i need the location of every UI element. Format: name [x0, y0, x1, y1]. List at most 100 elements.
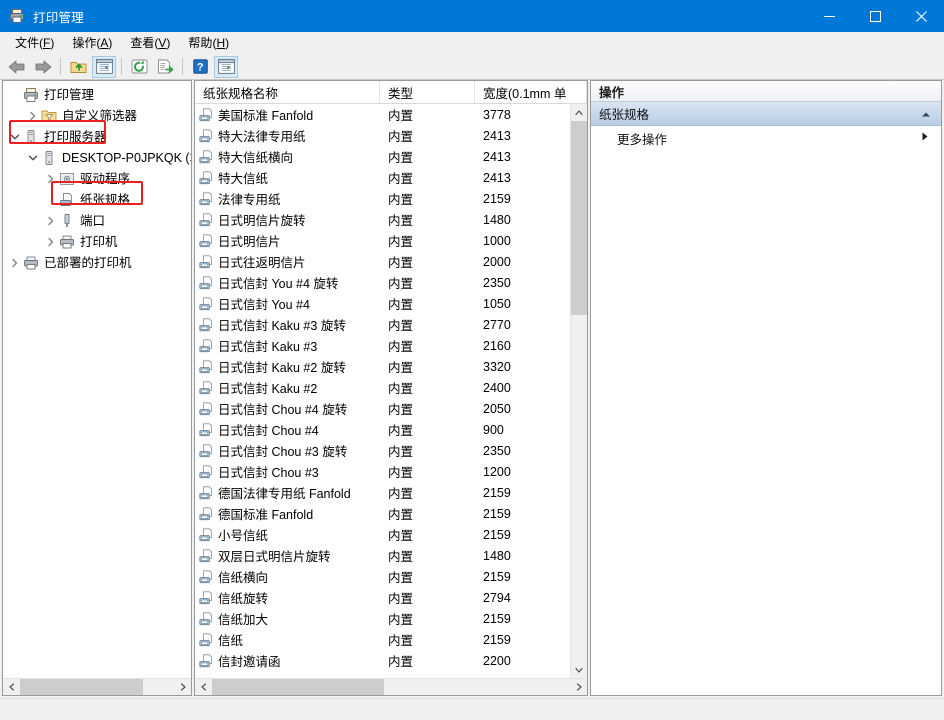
chevron-left-icon[interactable]	[3, 679, 20, 695]
table-row[interactable]: 小号信纸 内置 2159	[195, 524, 570, 545]
cell-form-name-label: 日式信封 Chou #3 旋转	[218, 445, 348, 459]
sidebar-item-drivers[interactable]: 驱动程序	[3, 168, 191, 189]
chevron-right-icon[interactable]	[25, 108, 41, 124]
table-row[interactable]: 日式信封 You #4 旋转 内置 2350	[195, 272, 570, 293]
cell-width: 2413	[475, 129, 570, 143]
tree-horizontal-scrollbar[interactable]	[3, 678, 191, 695]
table-row[interactable]: 德国标准 Fanfold 内置 2159	[195, 503, 570, 524]
cell-width: 2160	[475, 339, 570, 353]
table-row[interactable]: 日式明信片旋转 内置 1480	[195, 209, 570, 230]
menu-action[interactable]: 操作(A)	[63, 33, 121, 54]
table-row[interactable]: 德国法律专用纸 Fanfold 内置 2159	[195, 482, 570, 503]
sidebar-item-ports[interactable]: 端口	[3, 210, 191, 231]
cell-width-label: 2413	[483, 128, 511, 143]
refresh-icon	[131, 59, 147, 74]
sidebar-item-deployed-printers[interactable]: 已部署的打印机	[3, 252, 191, 273]
cell-form-name: 信封邀请函	[195, 651, 380, 670]
table-row[interactable]: 信纸 内置 2159	[195, 629, 570, 650]
sidebar-item-printers[interactable]: 打印机	[3, 231, 191, 252]
table-row[interactable]: 美国标准 Fanfold 内置 3778	[195, 104, 570, 125]
cell-width: 2413	[475, 171, 570, 185]
paper-form-icon	[199, 506, 215, 521]
table-row[interactable]: 信封邀请函 内置 2200	[195, 650, 570, 671]
table-row[interactable]: 特大信纸横向 内置 2413	[195, 146, 570, 167]
table-row[interactable]: 日式信封 Kaku #3 旋转 内置 2770	[195, 314, 570, 335]
column-header-form-name[interactable]: 纸张规格名称	[195, 81, 380, 103]
export-list-button[interactable]	[153, 56, 177, 78]
sidebar-item-custom-filters[interactable]: 自定义筛选器	[3, 105, 191, 126]
table-row[interactable]: 日式信封 Chou #3 旋转 内置 2350	[195, 440, 570, 461]
table-row[interactable]: 日式往返明信片 内置 2000	[195, 251, 570, 272]
sidebar-item-print-management[interactable]: 打印管理	[3, 84, 191, 105]
table-row[interactable]: 日式明信片 内置 1000	[195, 230, 570, 251]
cell-type-label: 内置	[388, 655, 414, 669]
cell-form-name: 特大法律专用纸	[195, 126, 380, 145]
chevron-right-icon[interactable]	[43, 171, 59, 187]
table-row[interactable]: 日式信封 Chou #4 内置 900	[195, 419, 570, 440]
chevron-down-icon[interactable]	[571, 661, 587, 678]
list-vscroll-thumb[interactable]	[571, 121, 587, 316]
table-row[interactable]: 信纸加大 内置 2159	[195, 608, 570, 629]
show-action-pane-button[interactable]	[214, 55, 238, 78]
list-hscroll-thumb[interactable]	[212, 679, 384, 695]
table-row[interactable]: 特大信纸 内置 2413	[195, 167, 570, 188]
forward-button[interactable]	[31, 56, 55, 78]
chevron-up-icon[interactable]	[919, 107, 933, 121]
cell-width-label: 2159	[483, 485, 511, 500]
table-row[interactable]: 特大法律专用纸 内置 2413	[195, 125, 570, 146]
back-button[interactable]	[5, 56, 29, 78]
actions-group-paper-forms[interactable]: 纸张规格	[591, 102, 941, 126]
table-row[interactable]: 日式信封 Kaku #2 旋转 内置 3320	[195, 356, 570, 377]
menu-file[interactable]: 文件(F)	[6, 33, 63, 54]
tree-hscroll-thumb[interactable]	[20, 679, 144, 695]
table-row[interactable]: 日式信封 Kaku #2 内置 2400	[195, 377, 570, 398]
table-row[interactable]: 信纸横向 内置 2159	[195, 566, 570, 587]
arrow-right-icon	[35, 60, 52, 73]
sidebar-item-print-servers[interactable]: 打印服务器	[3, 126, 191, 147]
menu-view[interactable]: 查看(V)	[121, 33, 179, 54]
list-hscroll-track[interactable]	[212, 679, 570, 695]
table-row[interactable]: 法律专用纸 内置 2159	[195, 188, 570, 209]
chevron-right-icon[interactable]	[570, 679, 587, 695]
table-row[interactable]: 信纸旋转 内置 2794	[195, 587, 570, 608]
maximize-button[interactable]	[852, 0, 898, 32]
chevron-right-icon[interactable]	[43, 213, 59, 229]
menu-help[interactable]: 帮助(H)	[179, 33, 238, 54]
chevron-right-icon[interactable]	[174, 679, 191, 695]
action-item-more-actions[interactable]: 更多操作	[591, 126, 941, 150]
show-hide-tree-button[interactable]	[92, 55, 116, 78]
help-button[interactable]: ?	[188, 56, 212, 78]
table-row[interactable]: 日式信封 Chou #4 旋转 内置 2050	[195, 398, 570, 419]
cell-width: 1480	[475, 549, 570, 563]
chevron-left-icon[interactable]	[195, 679, 212, 695]
folder-up-icon	[70, 61, 86, 73]
column-header-width[interactable]: 宽度(0.1mm 单	[475, 81, 587, 103]
chevron-up-icon[interactable]	[571, 104, 587, 121]
cell-type-label: 内置	[388, 235, 414, 249]
minimize-button[interactable]	[806, 0, 852, 32]
table-row[interactable]: 日式信封 You #4 内置 1050	[195, 293, 570, 314]
table-row[interactable]: 双层日式明信片旋转 内置 1480	[195, 545, 570, 566]
chevron-down-icon[interactable]	[7, 129, 23, 145]
cell-form-name: 日式信封 You #4 旋转	[195, 273, 380, 292]
list-vertical-scrollbar[interactable]	[570, 104, 587, 678]
sidebar-item-paper-forms[interactable]: 纸张规格	[3, 189, 191, 210]
table-row[interactable]: 日式信封 Kaku #3 内置 2160	[195, 335, 570, 356]
chevron-right-icon[interactable]	[7, 255, 23, 271]
refresh-button[interactable]	[127, 56, 151, 78]
chevron-down-icon[interactable]	[25, 150, 41, 166]
cell-type-label: 内置	[388, 109, 414, 123]
cell-form-name: 美国标准 Fanfold	[195, 105, 380, 124]
close-button[interactable]	[898, 0, 944, 32]
column-header-type[interactable]: 类型	[380, 81, 475, 103]
tree-hscroll-track[interactable]	[20, 679, 174, 695]
up-one-level-button[interactable]	[66, 56, 90, 78]
paper-form-icon	[199, 191, 215, 206]
chevron-right-icon[interactable]	[43, 234, 59, 250]
cell-type: 内置	[380, 168, 475, 187]
list-vscroll-track[interactable]	[571, 121, 587, 661]
sidebar-item-server-desktop[interactable]: DESKTOP-P0JPKQK (本	[3, 147, 191, 168]
list-horizontal-scrollbar[interactable]	[195, 678, 587, 695]
sidebar-item-label: DESKTOP-P0JPKQK (本	[62, 150, 191, 165]
table-row[interactable]: 日式信封 Chou #3 内置 1200	[195, 461, 570, 482]
